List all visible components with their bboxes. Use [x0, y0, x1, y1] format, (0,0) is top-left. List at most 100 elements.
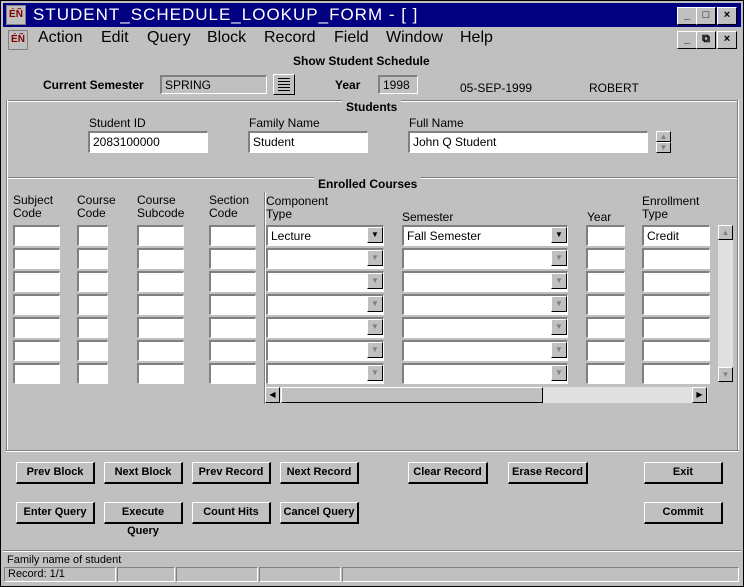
- student-id-field[interactable]: 2083100000: [88, 131, 208, 153]
- clear-record-button[interactable]: Clear Record: [408, 462, 488, 484]
- course-scroll-up-button[interactable]: ▲: [718, 225, 733, 240]
- course-code-cell[interactable]: [77, 248, 108, 269]
- year-cell[interactable]: [586, 363, 625, 384]
- section-code-cell[interactable]: [209, 317, 256, 338]
- next-block-button[interactable]: Next Block: [104, 462, 183, 484]
- full-name-field[interactable]: John Q Student: [408, 131, 648, 153]
- year-cell[interactable]: [586, 225, 625, 246]
- mdi-minimize-button[interactable]: _: [677, 31, 697, 49]
- menu-block[interactable]: Block: [207, 29, 246, 47]
- dropdown-arrow-icon[interactable]: ▼: [551, 319, 567, 335]
- enrollment-type-cell[interactable]: [642, 271, 710, 292]
- dropdown-arrow-icon[interactable]: ▼: [551, 365, 567, 381]
- minimize-window-button[interactable]: _: [677, 7, 697, 25]
- dropdown-arrow-icon[interactable]: ▼: [367, 273, 383, 289]
- dropdown-arrow-icon[interactable]: ▼: [551, 342, 567, 358]
- record-scroll-down-button[interactable]: ▼: [656, 142, 671, 153]
- form-document-icon[interactable]: ÉÑ: [8, 30, 28, 50]
- semester-select[interactable]: [402, 271, 568, 292]
- enrollment-type-cell[interactable]: [642, 248, 710, 269]
- course-subcode-cell[interactable]: [137, 225, 184, 246]
- title-bar[interactable]: ÉÑ STUDENT_SCHEDULE_LOOKUP_FORM - [ ] _ …: [3, 3, 741, 27]
- enrollment-type-cell[interactable]: [642, 340, 710, 361]
- section-code-cell[interactable]: [209, 271, 256, 292]
- menu-window[interactable]: Window: [386, 29, 443, 47]
- semester-select[interactable]: [402, 363, 568, 384]
- course-code-cell[interactable]: [77, 294, 108, 315]
- semester-select[interactable]: [402, 340, 568, 361]
- section-code-cell[interactable]: [209, 225, 256, 246]
- prev-block-button[interactable]: Prev Block: [16, 462, 95, 484]
- subject-code-cell[interactable]: [13, 248, 60, 269]
- record-scroll-up-button[interactable]: ▲: [656, 131, 671, 142]
- course-subcode-cell[interactable]: [137, 363, 184, 384]
- mdi-close-button[interactable]: ×: [717, 31, 737, 49]
- menu-record[interactable]: Record: [264, 29, 316, 47]
- oracle-forms-app-icon[interactable]: ÉÑ: [6, 5, 26, 25]
- course-subcode-cell[interactable]: [137, 340, 184, 361]
- semester-select[interactable]: [402, 248, 568, 269]
- current-semester-field[interactable]: SPRING: [160, 75, 267, 94]
- section-code-cell[interactable]: [209, 340, 256, 361]
- course-subcode-cell[interactable]: [137, 317, 184, 338]
- section-code-cell[interactable]: [209, 248, 256, 269]
- course-scroll-left-button[interactable]: ◀: [265, 387, 280, 403]
- menu-query[interactable]: Query: [147, 29, 191, 47]
- cancel-query-button[interactable]: Cancel Query: [280, 502, 359, 524]
- dropdown-arrow-icon[interactable]: ▼: [551, 273, 567, 289]
- subject-code-cell[interactable]: [13, 271, 60, 292]
- dropdown-arrow-icon[interactable]: ▼: [551, 250, 567, 266]
- commit-button[interactable]: Commit: [644, 502, 723, 524]
- family-name-field[interactable]: Student: [248, 131, 368, 153]
- enter-query-button[interactable]: Enter Query: [16, 502, 95, 524]
- year-cell[interactable]: [586, 317, 625, 338]
- enrollment-type-cell[interactable]: [642, 294, 710, 315]
- course-subcode-cell[interactable]: [137, 248, 184, 269]
- course-scroll-down-button[interactable]: ▼: [718, 367, 733, 382]
- menu-field[interactable]: Field: [334, 29, 369, 47]
- enrollment-type-cell[interactable]: [642, 317, 710, 338]
- next-record-button[interactable]: Next Record: [280, 462, 359, 484]
- prev-record-button[interactable]: Prev Record: [192, 462, 271, 484]
- dropdown-arrow-icon[interactable]: ▼: [367, 250, 383, 266]
- year-cell[interactable]: [586, 340, 625, 361]
- count-hits-button[interactable]: Count Hits: [192, 502, 271, 524]
- dropdown-arrow-icon[interactable]: ▼: [367, 227, 383, 243]
- menu-help[interactable]: Help: [460, 29, 493, 47]
- mdi-restore-button[interactable]: ⧉: [696, 31, 716, 49]
- dropdown-arrow-icon[interactable]: ▼: [367, 365, 383, 381]
- year-cell[interactable]: [586, 271, 625, 292]
- menu-edit[interactable]: Edit: [101, 29, 129, 47]
- dropdown-arrow-icon[interactable]: ▼: [367, 296, 383, 312]
- course-scroll-right-button[interactable]: ▶: [692, 387, 707, 403]
- menu-action[interactable]: Action: [38, 29, 82, 47]
- year-cell[interactable]: [586, 294, 625, 315]
- erase-record-button[interactable]: Erase Record: [508, 462, 588, 484]
- dropdown-arrow-icon[interactable]: ▼: [367, 319, 383, 335]
- enrollment-type-cell[interactable]: [642, 363, 710, 384]
- semester-select[interactable]: Fall Semester: [402, 225, 568, 246]
- course-code-cell[interactable]: [77, 317, 108, 338]
- course-code-cell[interactable]: [77, 363, 108, 384]
- subject-code-cell[interactable]: [13, 317, 60, 338]
- execute-query-button[interactable]: Execute Query: [104, 502, 183, 537]
- section-code-cell[interactable]: [209, 294, 256, 315]
- year-field[interactable]: 1998: [378, 75, 418, 94]
- course-code-cell[interactable]: [77, 225, 108, 246]
- subject-code-cell[interactable]: [13, 294, 60, 315]
- year-cell[interactable]: [586, 248, 625, 269]
- course-vertical-scrollbar[interactable]: [718, 225, 733, 382]
- dropdown-arrow-icon[interactable]: ▼: [551, 296, 567, 312]
- course-horizontal-scroll-thumb[interactable]: [281, 387, 543, 403]
- dropdown-arrow-icon[interactable]: ▼: [367, 342, 383, 358]
- course-code-cell[interactable]: [77, 340, 108, 361]
- subject-code-cell[interactable]: [13, 340, 60, 361]
- subject-code-cell[interactable]: [13, 363, 60, 384]
- subject-code-cell[interactable]: [13, 225, 60, 246]
- semester-select[interactable]: [402, 294, 568, 315]
- close-window-button[interactable]: ×: [717, 7, 737, 25]
- dropdown-arrow-icon[interactable]: ▼: [551, 227, 567, 243]
- semester-list-button[interactable]: [273, 74, 295, 95]
- course-code-cell[interactable]: [77, 271, 108, 292]
- course-subcode-cell[interactable]: [137, 294, 184, 315]
